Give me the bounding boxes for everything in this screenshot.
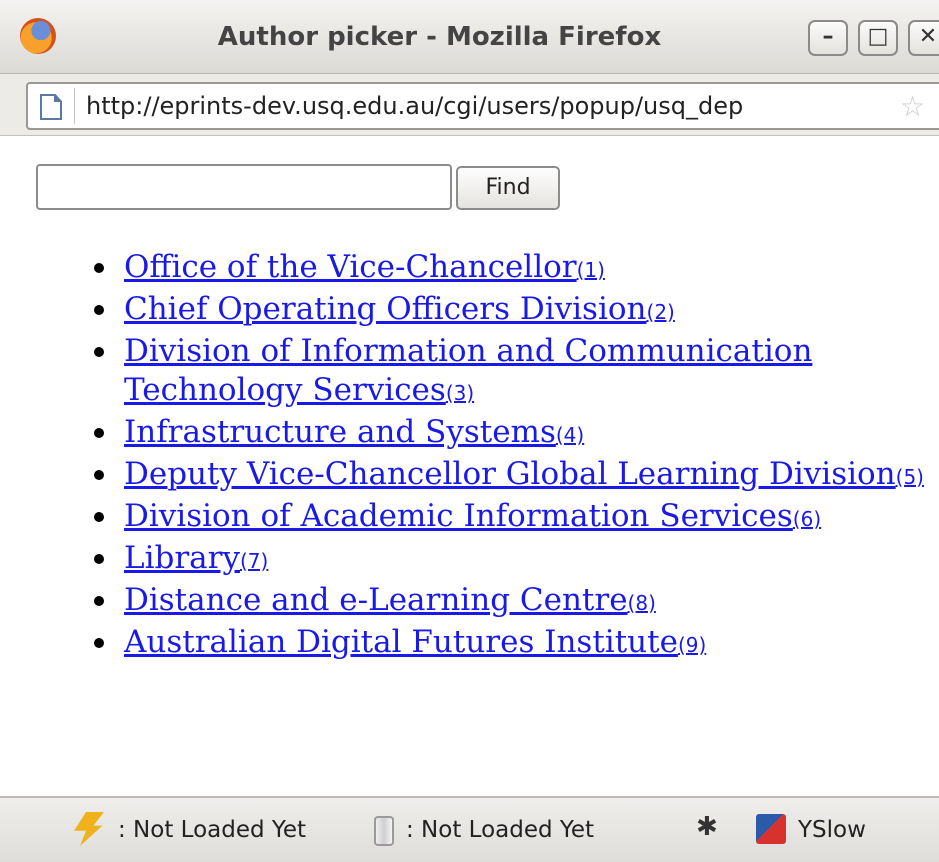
window-title: Author picker - Mozilla Firefox xyxy=(217,22,662,52)
bug-icon[interactable]: ✱ xyxy=(696,812,726,842)
department-number[interactable]: (5) xyxy=(896,465,924,489)
department-link[interactable]: Infrastructure and Systems xyxy=(124,414,556,450)
department-number[interactable]: (3) xyxy=(446,381,474,405)
status-bar: : Not Loaded Yet : Not Loaded Yet ✱ YSlo… xyxy=(0,796,939,862)
department-number[interactable]: (1) xyxy=(577,258,605,282)
location-bar-row: http://eprints-dev.usq.edu.au/cgi/users/… xyxy=(0,74,939,136)
department-item: Australian Digital Futures Institute(9) xyxy=(94,623,939,665)
page-content: Find Office of the Vice-Chancellor(1) Chi… xyxy=(0,136,939,796)
department-item: Deputy Vice-Chancellor Global Learning D… xyxy=(94,455,939,497)
jar-icon[interactable] xyxy=(374,816,394,846)
department-item: Division of Academic Information Service… xyxy=(94,497,939,539)
department-number[interactable]: (7) xyxy=(240,549,268,573)
page-icon xyxy=(40,94,62,120)
close-button[interactable]: ✕ xyxy=(908,20,939,56)
department-link[interactable]: Library xyxy=(124,540,240,576)
department-item: Division of Information and Communicatio… xyxy=(94,332,939,413)
window-titlebar[interactable]: Author picker - Mozilla Firefox – □ ✕ xyxy=(0,0,939,74)
yslow-icon[interactable] xyxy=(756,814,786,844)
department-item: Chief Operating Officers Division(2) xyxy=(94,290,939,332)
department-link[interactable]: Distance and e-Learning Centre xyxy=(124,582,628,618)
department-number[interactable]: (8) xyxy=(628,591,656,615)
department-number[interactable]: (9) xyxy=(678,633,706,657)
find-button[interactable]: Find xyxy=(456,166,560,210)
search-input[interactable] xyxy=(36,164,452,210)
department-number[interactable]: (2) xyxy=(647,300,675,324)
maximize-button[interactable]: □ xyxy=(858,20,898,56)
department-link[interactable]: Australian Digital Futures Institute xyxy=(124,624,678,660)
department-list: Office of the Vice-Chancellor(1) Chief Op… xyxy=(86,248,939,665)
status-item-2: : Not Loaded Yet xyxy=(406,817,595,843)
lightning-icon[interactable] xyxy=(74,812,104,846)
department-link[interactable]: Office of the Vice-Chancellor xyxy=(124,249,577,285)
url-separator xyxy=(74,88,75,124)
minimize-button[interactable]: – xyxy=(808,20,848,56)
location-bar[interactable]: http://eprints-dev.usq.edu.au/cgi/users/… xyxy=(26,82,939,130)
department-item: Distance and e-Learning Centre(8) xyxy=(94,581,939,623)
department-item: Library(7) xyxy=(94,539,939,581)
department-link[interactable]: Chief Operating Officers Division xyxy=(124,291,647,327)
department-number[interactable]: (6) xyxy=(793,507,821,531)
url-text[interactable]: http://eprints-dev.usq.edu.au/cgi/users/… xyxy=(86,84,743,128)
status-item-1: : Not Loaded Yet xyxy=(118,817,307,843)
department-link[interactable]: Division of Academic Information Service… xyxy=(124,498,793,534)
department-item: Office of the Vice-Chancellor(1) xyxy=(94,248,939,290)
department-link[interactable]: Deputy Vice-Chancellor Global Learning D… xyxy=(124,456,896,492)
star-icon[interactable]: ☆ xyxy=(900,93,925,121)
department-number[interactable]: (4) xyxy=(556,423,584,447)
yslow-label[interactable]: YSlow xyxy=(798,798,866,862)
firefox-icon xyxy=(20,18,56,54)
department-item: Infrastructure and Systems(4) xyxy=(94,413,939,455)
